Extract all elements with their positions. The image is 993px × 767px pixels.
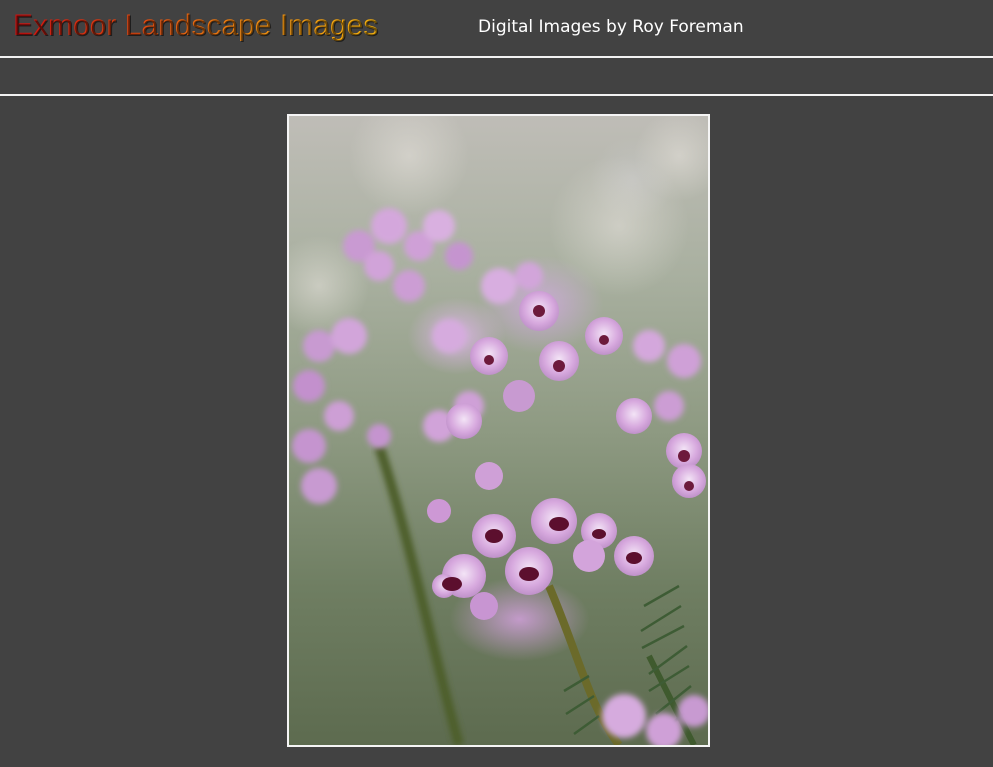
- site-subtitle: Digital Images by Roy Foreman: [478, 17, 744, 37]
- heather-photo: [289, 116, 708, 745]
- nav-bar: [0, 58, 993, 96]
- page: Exmoor Landscape Images Digital Images b…: [0, 0, 993, 767]
- photo-frame[interactable]: [287, 114, 710, 747]
- site-header: Exmoor Landscape Images Digital Images b…: [0, 0, 993, 58]
- heather-stems: [374, 444, 697, 745]
- site-title[interactable]: Exmoor Landscape Images: [13, 9, 378, 43]
- front-flower-cluster: [427, 462, 654, 620]
